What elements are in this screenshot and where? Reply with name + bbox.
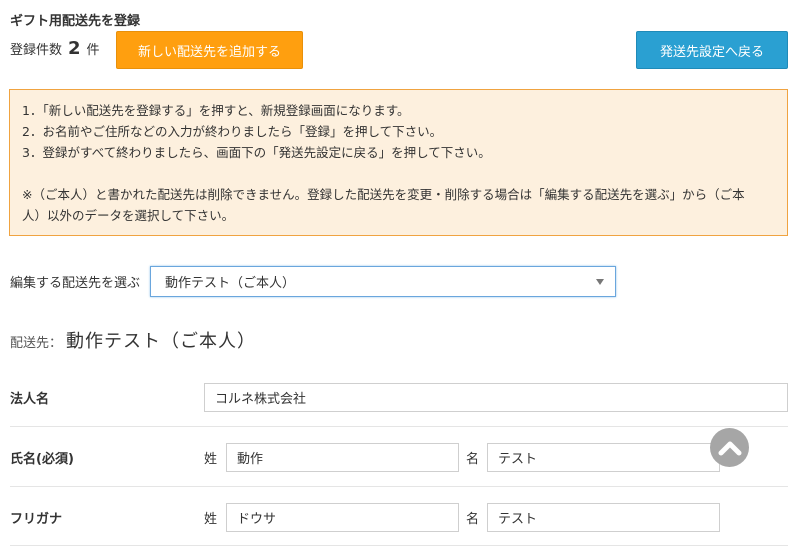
count-unit: 件 — [86, 43, 100, 58]
last-name-kana-input[interactable]: ドウサ — [226, 503, 459, 532]
destination-select[interactable]: 動作テスト（ご本人） — [150, 266, 617, 297]
first-name-input[interactable]: テスト — [487, 443, 720, 472]
back-to-shipping-settings-button[interactable]: 発送先設定へ戻る — [636, 31, 788, 69]
registered-count: 登録件数 2 件 — [10, 38, 100, 59]
notice-line-3: 3．登録がすべて終わりましたら、画面下の「発送先設定に戻る」を押して下さい。 — [22, 145, 491, 160]
name-label: 氏名(必須) — [10, 452, 74, 467]
count-label: 登録件数 — [10, 43, 63, 58]
notice-spacer — [22, 163, 775, 184]
last-name-kana-label: 姓 — [204, 512, 218, 527]
notice-line-4: ※（ご本人）と書かれた配送先は削除できません。登録した配送先を変更・削除する場合… — [22, 187, 745, 202]
destination-select-value: 動作テスト（ご本人） — [165, 276, 296, 291]
last-name-label: 姓 — [204, 452, 218, 467]
first-name-kana-input[interactable]: テスト — [487, 503, 720, 532]
form-row-name: 氏名(必須) 姓 動作 名 テスト — [10, 428, 788, 487]
corporate-name-label: 法人名 — [10, 392, 50, 407]
destination-heading: 配送先： 動作テスト（ご本人） — [10, 327, 256, 353]
corporate-name-input[interactable]: コルネ株式会社 — [204, 383, 788, 412]
chevron-up-icon — [718, 441, 741, 455]
notice-line-2: 2．お名前やご住所などの入力が終わりましたら「登録」を押して下さい。 — [22, 124, 443, 139]
first-name-kana-label: 名 — [466, 512, 480, 527]
destination-name: 動作テスト（ご本人） — [66, 331, 257, 352]
instructions-notice: 1．「新しい配送先を登録する」を押すと、新規登録画面になります。 2．お名前やご… — [9, 89, 788, 236]
destination-selector-row: 編集する配送先を選ぶ 動作テスト（ご本人） — [10, 266, 617, 297]
destination-prefix: 配送先： — [10, 336, 63, 351]
scroll-to-top-button[interactable] — [710, 428, 749, 467]
form-row-corporate-name: 法人名 コルネ株式会社 — [10, 368, 788, 427]
count-value: 2 — [68, 38, 81, 59]
chevron-down-icon — [596, 279, 605, 285]
first-name-label: 名 — [466, 452, 480, 467]
page-title: ギフト用配送先を登録 — [10, 14, 141, 29]
furigana-label: フリガナ — [10, 512, 63, 527]
form-row-furigana: フリガナ 姓 ドウサ 名 テスト — [10, 488, 788, 546]
last-name-input[interactable]: 動作 — [226, 443, 459, 472]
notice-line-1: 1．「新しい配送先を登録する」を押すと、新規登録画面になります。 — [22, 103, 410, 118]
notice-line-5: 人）以外のデータを選択して下さい。 — [22, 208, 235, 223]
add-destination-button[interactable]: 新しい配送先を追加する — [116, 31, 303, 69]
destination-selector-label: 編集する配送先を選ぶ — [10, 276, 141, 291]
